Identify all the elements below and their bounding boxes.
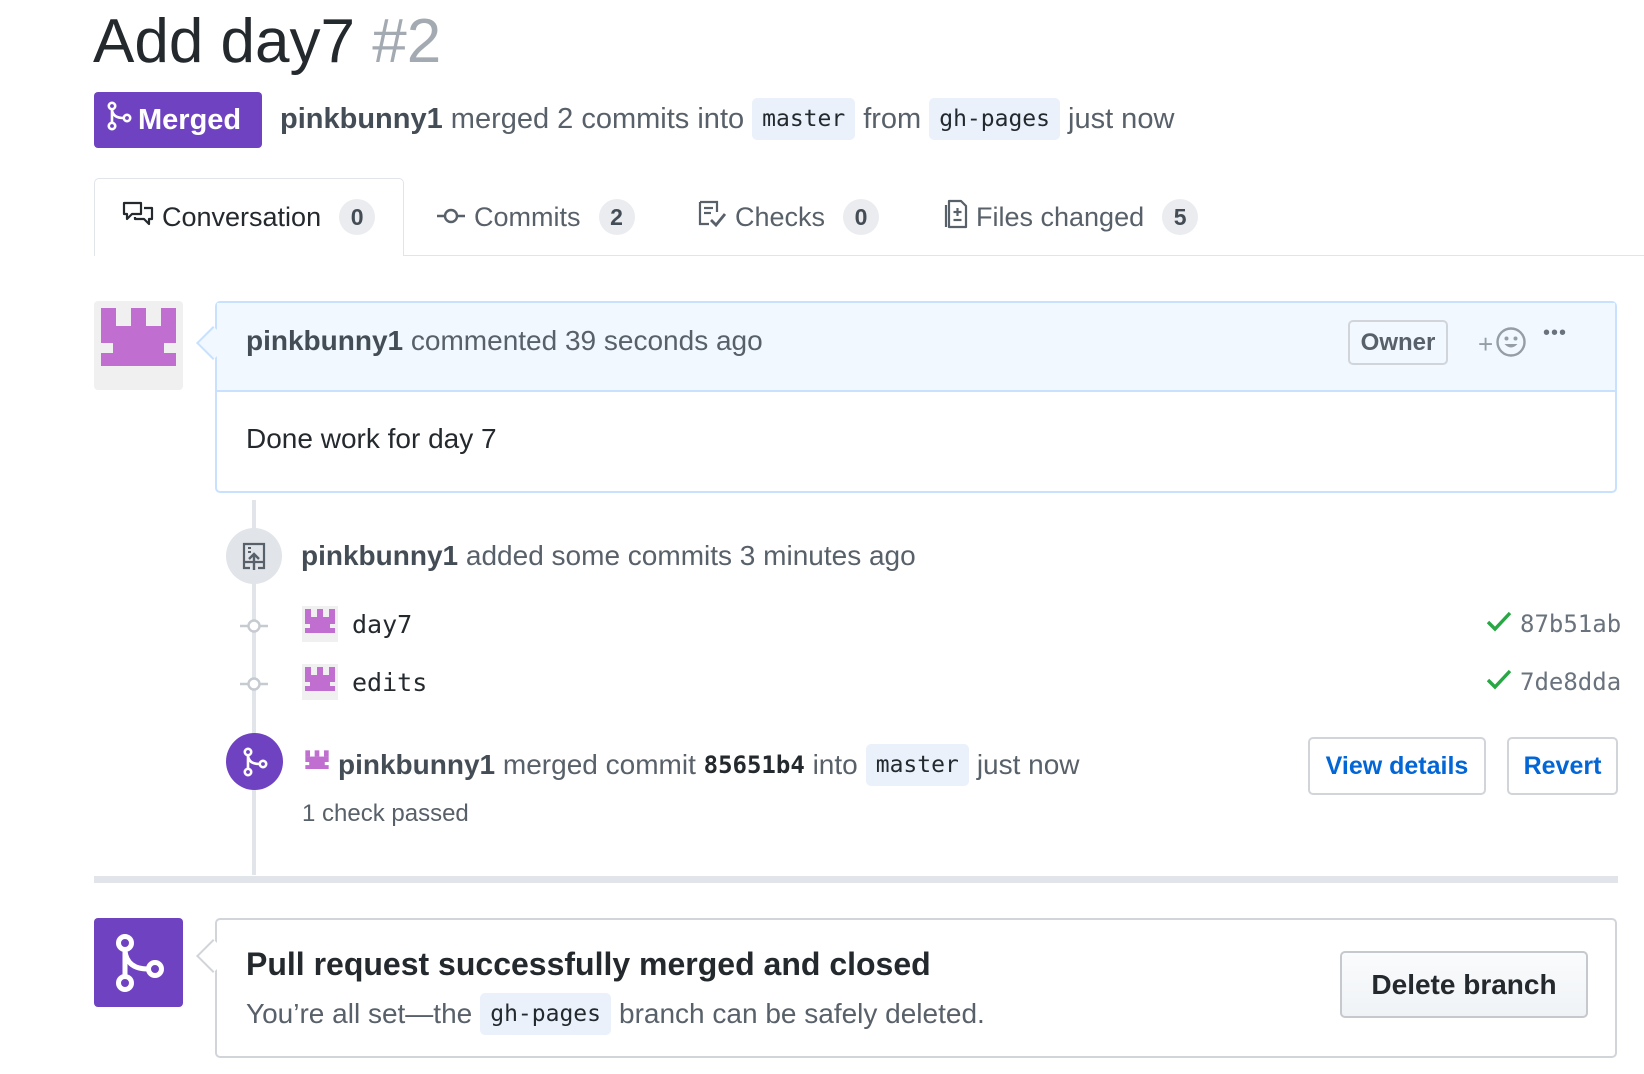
- merge-event-time: just now: [976, 749, 1080, 780]
- pr-meta-time: just now: [1068, 103, 1175, 135]
- merge-desc-before: You’re all set—the: [246, 998, 473, 1029]
- commit-sha-row: 7de8dda: [1486, 668, 1621, 696]
- merged-status-badge: Merged: [94, 92, 262, 148]
- tab-files-changed-label: Files changed: [976, 201, 1145, 232]
- merge-commit-sha[interactable]: 85651b4: [704, 751, 805, 779]
- comment-discussion-icon: [122, 200, 154, 235]
- pr-title-text: Add day7: [93, 7, 355, 76]
- tab-files-changed[interactable]: Files changed 5: [944, 178, 1199, 256]
- checks-status: 1 check passed: [302, 800, 469, 827]
- pr-number: #2: [372, 7, 442, 76]
- git-merge-icon: [106, 101, 132, 139]
- comment-header-text: pinkbunny1 commented 39 seconds ago: [246, 325, 763, 357]
- head-branch[interactable]: gh-pages: [929, 98, 1060, 140]
- commits-event-author[interactable]: pinkbunny1: [301, 540, 458, 571]
- tab-checks-label: Checks: [735, 201, 826, 232]
- tab-conversation-count: 0: [339, 199, 376, 235]
- commit-sha-link[interactable]: 7de8dda: [1520, 668, 1621, 696]
- comment-body: Done work for day 7: [246, 423, 497, 454]
- tab-files-changed-count: 5: [1162, 199, 1199, 235]
- pr-meta-merged: merged 2 commits into: [450, 103, 745, 135]
- identicon-avatar: [101, 308, 176, 366]
- commit-sha-row: 87b51ab: [1486, 610, 1621, 638]
- comment-author-link[interactable]: pinkbunny1: [246, 325, 403, 356]
- merge-event-into: into: [812, 749, 858, 780]
- merge-status-title: Pull request successfully merged and clo…: [246, 946, 931, 982]
- commit-dot-icon: [240, 617, 268, 640]
- merge-target-branch[interactable]: master: [865, 744, 969, 786]
- merge-event-merged: merged commit: [502, 749, 696, 780]
- commit-dot-icon: [240, 675, 268, 698]
- commit-message-link[interactable]: day7: [352, 610, 412, 639]
- pr-meta: pinkbunny1 merged 2 commits into master …: [280, 96, 1174, 142]
- git-merge-icon: [226, 733, 283, 790]
- plus-icon: +: [1478, 329, 1494, 359]
- merge-event-text: pinkbunny1 merged commit 85651b4 into ma…: [302, 744, 1080, 786]
- commit-message-link[interactable]: edits: [352, 668, 427, 697]
- revert-button[interactable]: Revert: [1507, 737, 1618, 795]
- deletable-branch[interactable]: gh-pages: [480, 993, 611, 1035]
- commit-sha-link[interactable]: 87b51ab: [1520, 610, 1621, 638]
- tab-commits-label: Commits: [474, 201, 581, 232]
- smiley-icon: [1495, 326, 1527, 363]
- merged-status-label: Merged: [138, 103, 242, 136]
- view-details-button[interactable]: View details: [1308, 737, 1486, 795]
- merge-status-description: You’re all set—the gh-pages branch can b…: [246, 993, 985, 1035]
- comment-action[interactable]: commented 39 seconds ago: [411, 325, 763, 356]
- delete-branch-button[interactable]: Delete branch: [1340, 951, 1588, 1018]
- timeline-divider: [94, 876, 1618, 883]
- merge-desc-after: branch can be safely deleted.: [619, 998, 985, 1029]
- pr-author-link[interactable]: pinkbunny1: [280, 96, 443, 142]
- identicon-avatar-small: [302, 664, 338, 700]
- diff-icon: [944, 199, 968, 236]
- tab-conversation[interactable]: Conversation 0: [122, 178, 376, 256]
- check-icon: [1486, 668, 1512, 696]
- pr-meta-from: from: [863, 103, 922, 135]
- commits-event-description: added some commits 3 minutes ago: [465, 540, 916, 571]
- comment-more-button[interactable]: •••: [1543, 322, 1567, 345]
- merge-event-avatar: [302, 748, 332, 783]
- commit-avatar: [302, 606, 338, 647]
- commits-event-text: pinkbunny1 added some commits 3 minutes …: [301, 540, 916, 572]
- check-icon: [1486, 610, 1512, 638]
- repo-push-icon: [226, 528, 282, 584]
- tab-commits-count: 2: [598, 199, 635, 235]
- base-branch[interactable]: master: [752, 98, 856, 140]
- tab-conversation-label: Conversation: [162, 201, 322, 232]
- tab-commits[interactable]: Commits 2: [436, 178, 635, 256]
- comment-author-avatar[interactable]: [94, 301, 183, 390]
- owner-badge: Owner: [1348, 320, 1448, 365]
- merge-event-author[interactable]: pinkbunny1: [338, 749, 495, 781]
- pr-title: Add day7 #2: [93, 6, 441, 78]
- merged-state-icon: [94, 918, 183, 1007]
- checklist-icon: [697, 200, 727, 235]
- tab-checks-count: 0: [843, 199, 880, 235]
- add-reaction-button[interactable]: +: [1478, 326, 1527, 363]
- commit-avatar: [302, 664, 338, 705]
- git-merge-icon: [115, 933, 164, 992]
- identicon-avatar-small: [302, 606, 338, 642]
- git-commit-icon: [436, 202, 466, 233]
- tab-checks[interactable]: Checks 0: [697, 178, 880, 256]
